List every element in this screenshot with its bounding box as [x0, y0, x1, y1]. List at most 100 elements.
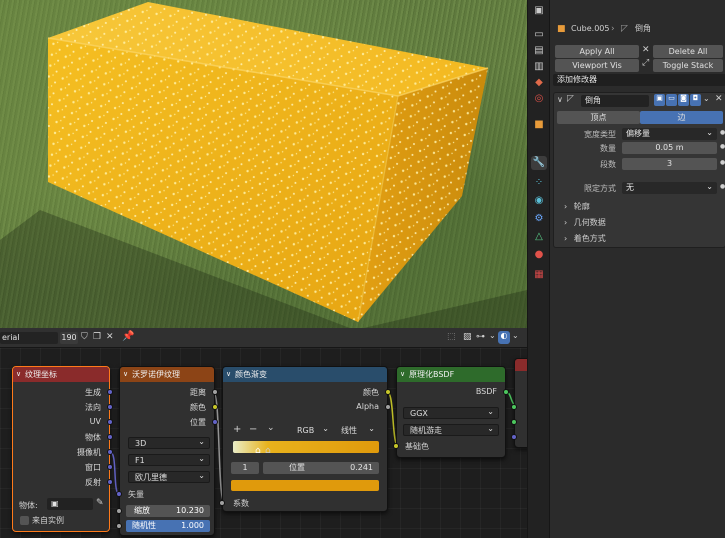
socket-displacement-in[interactable]: [511, 434, 517, 440]
material-output-node-partial[interactable]: [511, 358, 527, 448]
dropdown-chevron-icon[interactable]: ⌄: [703, 94, 710, 103]
feature-select[interactable]: F1: [128, 453, 210, 466]
voronoi-texture-node[interactable]: 沃罗诺伊纹理 距离 颜色 位置 3D F1 欧几里德 矢量 缩放 10.230 …: [116, 366, 218, 536]
interpolation-select[interactable]: 线性: [335, 423, 379, 437]
section-shading[interactable]: › 着色方式: [564, 233, 606, 244]
section-profile[interactable]: › 轮廓: [564, 201, 590, 212]
view-layer-tab-icon[interactable]: ▥: [531, 60, 547, 74]
socket-normal[interactable]: [107, 404, 113, 410]
realtime-toggle-icon[interactable]: ◙: [678, 94, 689, 106]
viewport-vis-button[interactable]: Viewport Vis: [555, 59, 639, 72]
limit-method-select[interactable]: 无 ⌄: [622, 182, 717, 194]
tab-edges[interactable]: 边: [640, 111, 723, 124]
socket-scale-in[interactable]: [116, 508, 122, 514]
keyframe-dot-icon[interactable]: ●: [720, 183, 725, 190]
width-type-select[interactable]: 偏移量 ⌄: [622, 128, 717, 140]
chevron-right-icon: ›: [564, 202, 568, 211]
section-geometry[interactable]: › 几何数据: [564, 217, 606, 228]
socket-object[interactable]: [107, 434, 113, 440]
particles-tab-icon[interactable]: ⁘: [531, 176, 547, 190]
socket-window[interactable]: [107, 464, 113, 470]
remove-modifier-icon[interactable]: ✕: [715, 94, 723, 104]
from-instancer-checkbox[interactable]: [20, 516, 29, 525]
output-normal: 法向: [85, 403, 101, 412]
socket-base-color-in[interactable]: [393, 443, 399, 449]
dimension-select[interactable]: 3D: [128, 436, 210, 449]
color-stop-handle-icon[interactable]: ⌂: [265, 446, 271, 456]
output-bsdf: BSDF: [475, 387, 497, 396]
scale-field[interactable]: 缩放 10.230: [126, 505, 210, 517]
socket-camera[interactable]: [107, 449, 113, 455]
add-stop-icon[interactable]: +: [233, 424, 241, 435]
output-tab-icon[interactable]: ▤: [531, 44, 547, 58]
render-toggle-icon[interactable]: ◘: [690, 94, 701, 106]
distribution-select[interactable]: GGX: [403, 406, 499, 419]
socket-alpha-out[interactable]: [385, 404, 391, 410]
socket-position[interactable]: [212, 419, 218, 425]
panel-collapse-icon[interactable]: ∨: [557, 95, 563, 104]
randomness-field[interactable]: 随机性 1.000: [126, 520, 210, 532]
object-mesh-icon: ■: [557, 24, 566, 34]
edit-mode-toggle-icon[interactable]: ▣: [654, 94, 665, 106]
scene-tab-icon[interactable]: ◆: [531, 76, 547, 90]
amount-field[interactable]: 0.05 m: [622, 142, 717, 154]
object-picker[interactable]: ▣: [47, 498, 93, 510]
render-tab-icon[interactable]: ▭: [531, 28, 547, 42]
material-tab-icon[interactable]: ●: [531, 248, 547, 262]
from-instancer-label: 来自实例: [32, 516, 64, 525]
keyframe-dot-icon[interactable]: ●: [720, 129, 725, 136]
subsurface-method-select[interactable]: 随机游走: [403, 423, 499, 436]
ramp-menu-chevron-icon[interactable]: ⌄: [267, 423, 275, 433]
toggle-stack-icon: ⤢: [642, 58, 650, 68]
stop-position-field[interactable]: 位置 0.241: [263, 462, 379, 474]
3d-viewport[interactable]: [0, 0, 527, 328]
tool-tab-icon[interactable]: ▣: [531, 4, 547, 18]
tab-vertices[interactable]: 顶点: [557, 111, 640, 124]
socket-color[interactable]: [212, 404, 218, 410]
physics-tab-icon[interactable]: ◉: [531, 194, 547, 208]
socket-generated[interactable]: [107, 389, 113, 395]
socket-randomness-in[interactable]: [116, 523, 122, 529]
toggle-stack-button[interactable]: Toggle Stack: [653, 59, 723, 72]
socket-vector-in[interactable]: [116, 491, 122, 497]
eyedropper-icon[interactable]: ✎: [96, 498, 104, 508]
keyframe-dot-icon[interactable]: ●: [720, 159, 725, 166]
on-cage-toggle-icon[interactable]: ▭: [666, 94, 677, 106]
color-ramp-node[interactable]: 颜色渐变 颜色 Alpha + − ⌄ RGB 线性 ⌂ ⌂ 1 位置 0.24…: [219, 366, 391, 512]
data-tab-icon[interactable]: △: [531, 230, 547, 244]
socket-color-out[interactable]: [385, 389, 391, 395]
shader-node-editor[interactable]: erial 190 ⛉ ❐ ✕ 📌 ⬚ ▧ ⊶ ⌄ ◐ ⌄ 纹理坐标 生成 法向…: [0, 328, 527, 538]
input-fac-label: 系数: [233, 499, 249, 508]
add-modifier-dropdown[interactable]: 添加修改器: [553, 74, 725, 86]
keyframe-dot-icon[interactable]: ●: [720, 143, 725, 150]
socket-surface-in[interactable]: [511, 404, 517, 410]
texture-tab-icon[interactable]: ▦: [531, 268, 547, 282]
color-stop-handle-icon[interactable]: ⌂: [255, 446, 261, 456]
texture-coordinate-node[interactable]: 纹理坐标 生成 法向 UV 物体 摄像机 窗口 反射 物体: ▣ ✎ 来自实例: [12, 366, 113, 532]
delete-all-button[interactable]: Delete All: [653, 45, 723, 58]
socket-uv[interactable]: [107, 419, 113, 425]
chevron-right-icon: ›: [564, 218, 568, 227]
distance-metric-select[interactable]: 欧几里德: [128, 470, 210, 483]
constraints-tab-icon[interactable]: ⚙: [531, 212, 547, 226]
modifier-tab-icon[interactable]: 🔧: [531, 156, 547, 170]
socket-volume-in[interactable]: [511, 419, 517, 425]
remove-stop-icon[interactable]: −: [249, 424, 257, 435]
apply-all-button[interactable]: Apply All: [555, 45, 639, 58]
socket-fac-in[interactable]: [219, 500, 225, 506]
world-tab-icon[interactable]: ◎: [531, 92, 547, 106]
socket-bsdf-out[interactable]: [503, 389, 509, 395]
socket-distance[interactable]: [212, 389, 218, 395]
output-reflection: 反射: [85, 478, 101, 487]
output-uv: UV: [89, 417, 101, 426]
segments-label: 段数: [600, 160, 616, 169]
stop-color-swatch[interactable]: [231, 480, 379, 491]
color-mode-select[interactable]: RGB: [291, 423, 333, 437]
limit-method-label: 限定方式: [584, 184, 616, 193]
modifier-name-field[interactable]: 倒角: [581, 95, 649, 107]
stop-index-field[interactable]: 1: [231, 462, 259, 474]
principled-bsdf-node[interactable]: 原理化BSDF BSDF GGX 随机游走 基础色: [393, 366, 509, 458]
object-tab-icon[interactable]: ■: [531, 118, 547, 132]
segments-field[interactable]: 3: [622, 158, 717, 170]
socket-reflection[interactable]: [107, 479, 113, 485]
